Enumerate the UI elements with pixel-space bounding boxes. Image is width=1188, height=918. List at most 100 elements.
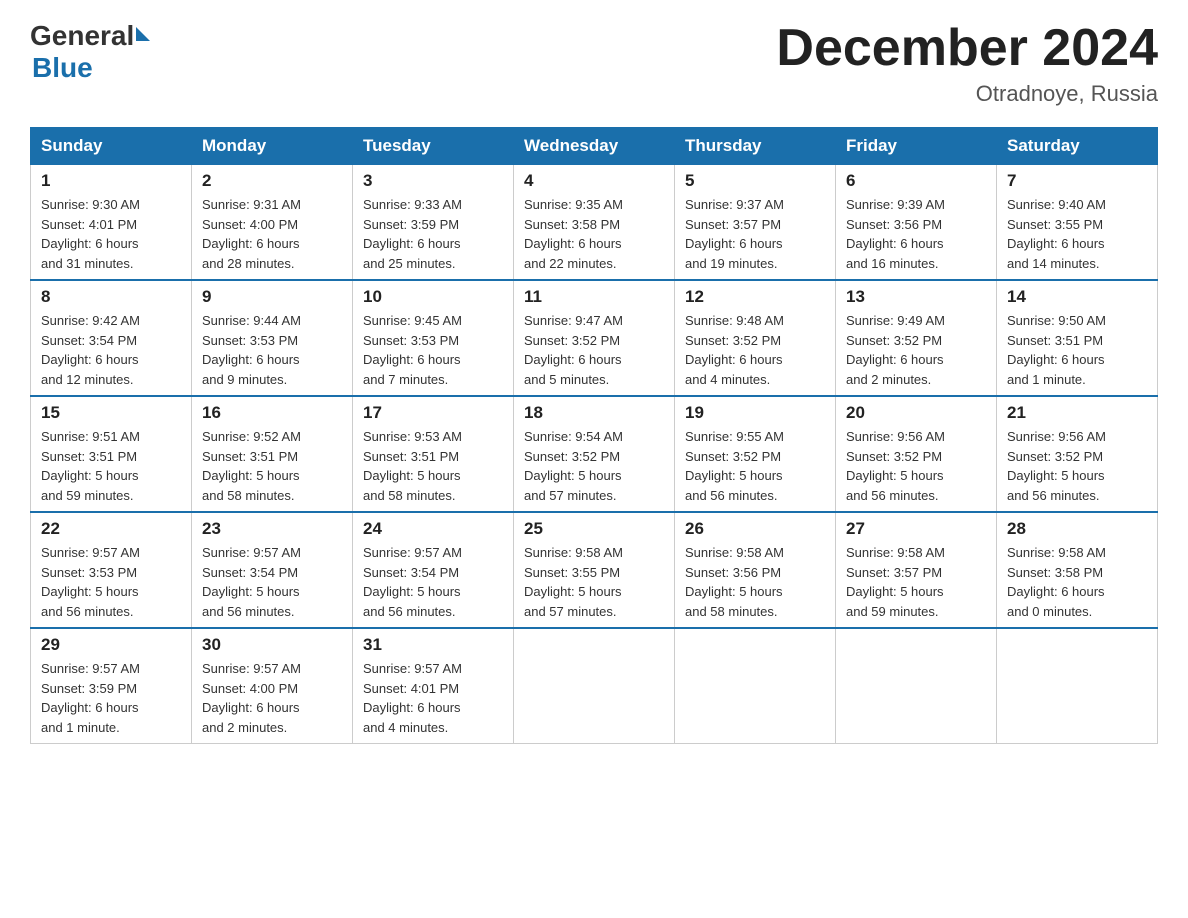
day-number: 4 (524, 171, 664, 191)
calendar-cell: 21 Sunrise: 9:56 AMSunset: 3:52 PMDayligh… (997, 396, 1158, 512)
week-row-2: 8 Sunrise: 9:42 AMSunset: 3:54 PMDaylight… (31, 280, 1158, 396)
week-row-5: 29Sunrise: 9:57 AMSunset: 3:59 PMDayligh… (31, 628, 1158, 744)
calendar-cell: 12 Sunrise: 9:48 AMSunset: 3:52 PMDayligh… (675, 280, 836, 396)
day-info: Sunrise: 9:37 AMSunset: 3:57 PMDaylight:… (685, 195, 825, 273)
day-info: Sunrise: 9:58 AMSunset: 3:56 PMDaylight:… (685, 543, 825, 621)
calendar-cell: 25Sunrise: 9:58 AMSunset: 3:55 PMDayligh… (514, 512, 675, 628)
calendar-cell: 23 Sunrise: 9:57 AMSunset: 3:54 PMDayligh… (192, 512, 353, 628)
page-header: General Blue December 2024 Otradnoye, Ru… (30, 20, 1158, 107)
calendar-cell: 5 Sunrise: 9:37 AMSunset: 3:57 PMDaylight… (675, 165, 836, 281)
week-row-1: 1 Sunrise: 9:30 AMSunset: 4:01 PMDaylight… (31, 165, 1158, 281)
weekday-header-monday: Monday (192, 128, 353, 165)
calendar-cell: 17 Sunrise: 9:53 AMSunset: 3:51 PMDayligh… (353, 396, 514, 512)
calendar-cell: 26 Sunrise: 9:58 AMSunset: 3:56 PMDayligh… (675, 512, 836, 628)
calendar-cell: 13 Sunrise: 9:49 AMSunset: 3:52 PMDayligh… (836, 280, 997, 396)
calendar-cell: 2Sunrise: 9:31 AMSunset: 4:00 PMDaylight… (192, 165, 353, 281)
calendar-cell: 18 Sunrise: 9:54 AMSunset: 3:52 PMDayligh… (514, 396, 675, 512)
day-info: Sunrise: 9:58 AMSunset: 3:57 PMDaylight:… (846, 543, 986, 621)
day-info: Sunrise: 9:57 AMSunset: 3:59 PMDaylight:… (41, 659, 181, 737)
day-info: Sunrise: 9:48 AMSunset: 3:52 PMDaylight:… (685, 311, 825, 389)
day-number: 30 (202, 635, 342, 655)
calendar-cell (514, 628, 675, 744)
calendar-cell: 3 Sunrise: 9:33 AMSunset: 3:59 PMDaylight… (353, 165, 514, 281)
calendar-cell: 28 Sunrise: 9:58 AMSunset: 3:58 PMDayligh… (997, 512, 1158, 628)
day-number: 11 (524, 287, 664, 307)
day-number: 1 (41, 171, 181, 191)
logo: General Blue (30, 20, 152, 84)
logo-blue-text: Blue (32, 52, 93, 83)
calendar-cell (836, 628, 997, 744)
calendar-cell: 7Sunrise: 9:40 AMSunset: 3:55 PMDaylight… (997, 165, 1158, 281)
day-number: 25 (524, 519, 664, 539)
weekday-header-thursday: Thursday (675, 128, 836, 165)
title-section: December 2024 Otradnoye, Russia (776, 20, 1158, 107)
calendar-cell: 22 Sunrise: 9:57 AMSunset: 3:53 PMDayligh… (31, 512, 192, 628)
day-info: Sunrise: 9:44 AMSunset: 3:53 PMDaylight:… (202, 311, 342, 389)
calendar-cell: 29Sunrise: 9:57 AMSunset: 3:59 PMDayligh… (31, 628, 192, 744)
calendar-table: SundayMondayTuesdayWednesdayThursdayFrid… (30, 127, 1158, 744)
calendar-cell: 9Sunrise: 9:44 AMSunset: 3:53 PMDaylight… (192, 280, 353, 396)
day-number: 15 (41, 403, 181, 423)
day-info: Sunrise: 9:47 AMSunset: 3:52 PMDaylight:… (524, 311, 664, 389)
weekday-header-tuesday: Tuesday (353, 128, 514, 165)
day-number: 6 (846, 171, 986, 191)
calendar-cell: 14 Sunrise: 9:50 AMSunset: 3:51 PMDayligh… (997, 280, 1158, 396)
day-info: Sunrise: 9:55 AMSunset: 3:52 PMDaylight:… (685, 427, 825, 505)
calendar-cell: 20 Sunrise: 9:56 AMSunset: 3:52 PMDayligh… (836, 396, 997, 512)
day-number: 19 (685, 403, 825, 423)
calendar-cell: 31 Sunrise: 9:57 AMSunset: 4:01 PMDayligh… (353, 628, 514, 744)
day-info: Sunrise: 9:57 AMSunset: 3:53 PMDaylight:… (41, 543, 181, 621)
day-number: 5 (685, 171, 825, 191)
weekday-header-wednesday: Wednesday (514, 128, 675, 165)
calendar-cell: 16 Sunrise: 9:52 AMSunset: 3:51 PMDayligh… (192, 396, 353, 512)
day-info: Sunrise: 9:45 AMSunset: 3:53 PMDaylight:… (363, 311, 503, 389)
day-number: 28 (1007, 519, 1147, 539)
day-number: 21 (1007, 403, 1147, 423)
day-number: 14 (1007, 287, 1147, 307)
day-info: Sunrise: 9:30 AMSunset: 4:01 PMDaylight:… (41, 195, 181, 273)
day-number: 16 (202, 403, 342, 423)
day-number: 13 (846, 287, 986, 307)
day-info: Sunrise: 9:31 AMSunset: 4:00 PMDaylight:… (202, 195, 342, 273)
day-number: 12 (685, 287, 825, 307)
calendar-cell: 1 Sunrise: 9:30 AMSunset: 4:01 PMDaylight… (31, 165, 192, 281)
day-info: Sunrise: 9:53 AMSunset: 3:51 PMDaylight:… (363, 427, 503, 505)
month-title: December 2024 (776, 20, 1158, 77)
day-info: Sunrise: 9:56 AMSunset: 3:52 PMDaylight:… (846, 427, 986, 505)
day-info: Sunrise: 9:33 AMSunset: 3:59 PMDaylight:… (363, 195, 503, 273)
logo-general-text: General (30, 20, 134, 52)
day-info: Sunrise: 9:39 AMSunset: 3:56 PMDaylight:… (846, 195, 986, 273)
calendar-cell: 15Sunrise: 9:51 AMSunset: 3:51 PMDayligh… (31, 396, 192, 512)
calendar-cell: 11 Sunrise: 9:47 AMSunset: 3:52 PMDayligh… (514, 280, 675, 396)
day-number: 24 (363, 519, 503, 539)
day-number: 31 (363, 635, 503, 655)
calendar-cell (997, 628, 1158, 744)
day-number: 17 (363, 403, 503, 423)
day-info: Sunrise: 9:52 AMSunset: 3:51 PMDaylight:… (202, 427, 342, 505)
day-info: Sunrise: 9:57 AMSunset: 4:01 PMDaylight:… (363, 659, 503, 737)
calendar-cell: 10Sunrise: 9:45 AMSunset: 3:53 PMDayligh… (353, 280, 514, 396)
day-info: Sunrise: 9:42 AMSunset: 3:54 PMDaylight:… (41, 311, 181, 389)
day-number: 26 (685, 519, 825, 539)
day-number: 23 (202, 519, 342, 539)
location-subtitle: Otradnoye, Russia (776, 81, 1158, 107)
day-number: 18 (524, 403, 664, 423)
day-info: Sunrise: 9:54 AMSunset: 3:52 PMDaylight:… (524, 427, 664, 505)
day-number: 3 (363, 171, 503, 191)
day-info: Sunrise: 9:50 AMSunset: 3:51 PMDaylight:… (1007, 311, 1147, 389)
day-info: Sunrise: 9:58 AMSunset: 3:58 PMDaylight:… (1007, 543, 1147, 621)
day-info: Sunrise: 9:57 AMSunset: 3:54 PMDaylight:… (363, 543, 503, 621)
week-row-4: 22 Sunrise: 9:57 AMSunset: 3:53 PMDayligh… (31, 512, 1158, 628)
day-info: Sunrise: 9:49 AMSunset: 3:52 PMDaylight:… (846, 311, 986, 389)
calendar-cell (675, 628, 836, 744)
day-number: 8 (41, 287, 181, 307)
day-info: Sunrise: 9:35 AMSunset: 3:58 PMDaylight:… (524, 195, 664, 273)
day-number: 7 (1007, 171, 1147, 191)
day-number: 20 (846, 403, 986, 423)
week-row-3: 15Sunrise: 9:51 AMSunset: 3:51 PMDayligh… (31, 396, 1158, 512)
day-info: Sunrise: 9:56 AMSunset: 3:52 PMDaylight:… (1007, 427, 1147, 505)
weekday-header-sunday: Sunday (31, 128, 192, 165)
calendar-cell: 30Sunrise: 9:57 AMSunset: 4:00 PMDayligh… (192, 628, 353, 744)
day-number: 22 (41, 519, 181, 539)
day-info: Sunrise: 9:57 AMSunset: 3:54 PMDaylight:… (202, 543, 342, 621)
